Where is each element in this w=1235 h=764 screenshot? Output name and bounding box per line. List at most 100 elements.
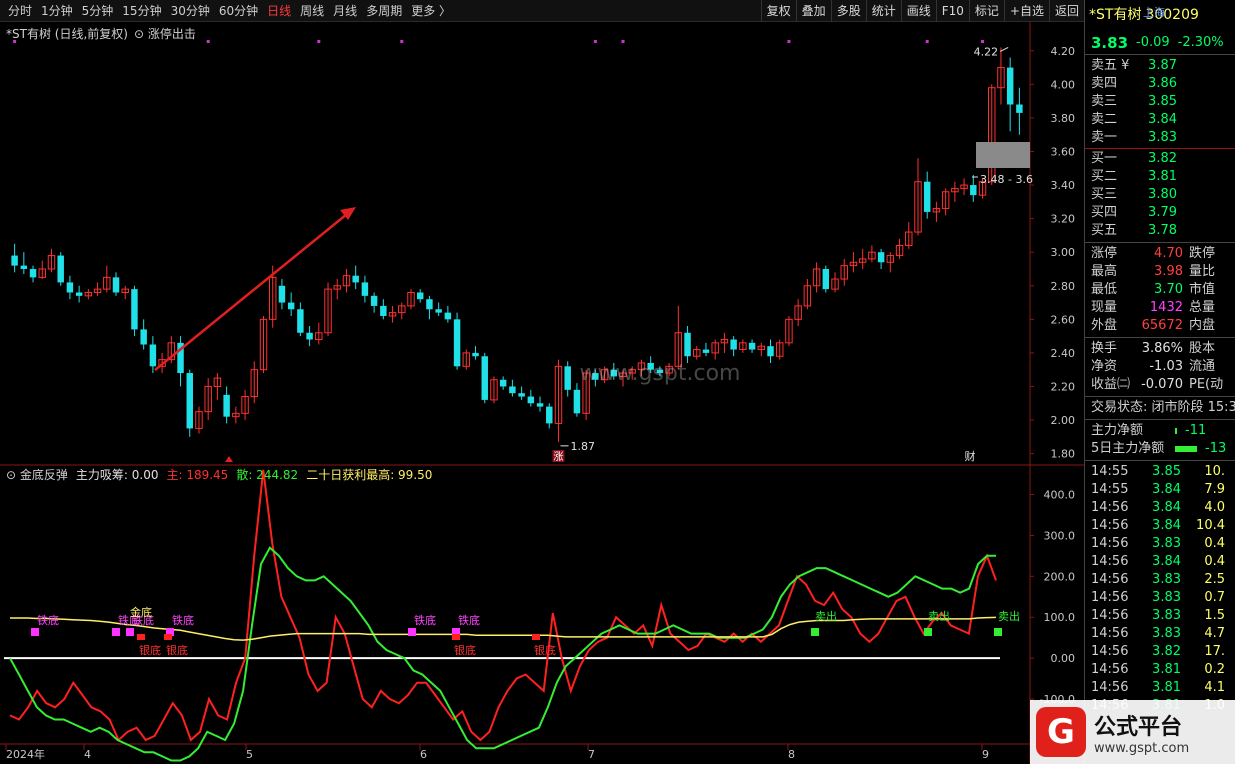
- timeframe-tab[interactable]: 周线: [300, 2, 324, 19]
- price-row: 3.83 -0.09 -2.30%: [1085, 34, 1235, 52]
- iron-bottom-marker: [126, 628, 134, 636]
- timeframe-tab[interactable]: 5分钟: [82, 2, 114, 19]
- candle-body: [186, 373, 193, 429]
- tick-list[interactable]: 14:55 3.85 10. 14:55 3.84 7.9 14:56 3.84 4.0 14:5…: [1085, 463, 1235, 715]
- candle-body: [573, 389, 581, 414]
- tool-button[interactable]: 画线: [900, 0, 936, 22]
- sell-level-price: 3.84: [1148, 112, 1177, 127]
- tick-price: 3.85: [1152, 464, 1181, 479]
- stat-value: -0.070: [1141, 377, 1183, 392]
- indicator-selector[interactable]: ⊙ 涨停出击: [134, 25, 196, 42]
- y-tick-label: 3.40: [1051, 179, 1076, 192]
- candle-body: [416, 292, 424, 300]
- price-change-pct: -2.30%: [1177, 35, 1224, 50]
- buy-level-price: 3.79: [1148, 205, 1177, 220]
- tool-button[interactable]: 返回: [1048, 0, 1084, 22]
- stat-label-2: 流通: [1189, 359, 1216, 374]
- tick-volume: 0.7: [1204, 590, 1225, 605]
- sell-level-label: 卖二: [1091, 112, 1118, 127]
- tick-time: 14:56: [1091, 518, 1129, 533]
- tick-row: 14:56 3.84 10.4: [1085, 517, 1235, 535]
- timeframe-tab[interactable]: 分时: [8, 2, 32, 19]
- timeframe-tab[interactable]: 日线: [267, 2, 291, 19]
- y-tick-label: 2.60: [1051, 313, 1076, 326]
- signal-dot: [981, 40, 985, 43]
- x-tick-label: 7: [588, 748, 595, 761]
- tool-button[interactable]: 复权: [760, 0, 796, 22]
- sell-level-label: 卖一: [1091, 130, 1118, 145]
- y-tick-label: 2.00: [1051, 414, 1076, 427]
- tool-button[interactable]: 统计: [865, 0, 901, 22]
- stat-value: 1432: [1149, 300, 1183, 315]
- candle-body: [767, 346, 774, 357]
- tool-button[interactable]: 标记: [968, 0, 1004, 22]
- candle-body: [877, 252, 885, 263]
- tick-price: 3.84: [1152, 482, 1181, 497]
- candle-body: [57, 255, 64, 283]
- tick-volume: 17.: [1204, 644, 1225, 659]
- tool-button[interactable]: 叠加: [795, 0, 831, 22]
- sell-level: 卖五 ¥ 3.87: [1085, 57, 1235, 75]
- tool-button[interactable]: +自选: [1003, 0, 1049, 22]
- tick-row: 14:56 3.83 2.5: [1085, 571, 1235, 589]
- candle-body: [472, 352, 479, 357]
- timeframe-tab[interactable]: 多周期: [366, 2, 402, 19]
- silver-bottom-marker: [532, 634, 540, 640]
- timeframe-tab[interactable]: 15分钟: [122, 2, 161, 19]
- candle-body: [361, 282, 369, 296]
- high-price-label: 4.22: [974, 45, 999, 58]
- tick-time: 14:56: [1091, 662, 1129, 677]
- stat-row: 收益㈡ -0.070 PE(动: [1085, 376, 1235, 394]
- timeframe-tab[interactable]: 更多 〉: [411, 2, 451, 19]
- tick-price: 3.83: [1152, 626, 1181, 641]
- sub-indicator-selector[interactable]: ⊙ 金底反弹: [6, 466, 68, 483]
- candle-body: [499, 379, 507, 387]
- silver-bottom-label: 银底: [454, 643, 476, 657]
- tick-time: 14:56: [1091, 680, 1129, 695]
- stat-label-2: 内盘: [1189, 318, 1216, 333]
- candle-body: [370, 295, 378, 306]
- tool-buttons: 复权 叠加 多股 统计 画线 F10 标记 +自选 返回: [760, 0, 1084, 22]
- sell-label: 卖出: [928, 609, 950, 623]
- iron-bottom-label: 铁底: [458, 613, 480, 627]
- x-tick-label: 4: [84, 748, 91, 761]
- buy-level-price: 3.82: [1148, 151, 1177, 166]
- chart-area[interactable]: 4.20 4.00 3.80 3.60 3.40 3.20 3.00 2.80 2.60 2.40…: [0, 22, 1084, 764]
- tool-button[interactable]: F10: [935, 0, 969, 22]
- stat-label-2: 股本: [1189, 341, 1216, 356]
- stat-row: 最低 3.70 市值: [1085, 281, 1235, 299]
- limit-up-mark: 涨: [553, 451, 563, 463]
- sell-level-label: 卖三: [1091, 94, 1118, 109]
- tool-button[interactable]: 多股: [830, 0, 866, 22]
- chart-canvas[interactable]: 4.20 4.00 3.80 3.60 3.40 3.20 3.00 2.80 2.60 2.40…: [0, 22, 1084, 764]
- y-tick-label: 1.80: [1051, 448, 1076, 461]
- tick-volume: 4.0: [1204, 500, 1225, 515]
- y-tick-label: 2.40: [1051, 347, 1076, 360]
- tick-time: 14:56: [1091, 536, 1129, 551]
- candle-body: [435, 309, 442, 313]
- timeframe-tab[interactable]: 60分钟: [219, 2, 258, 19]
- sell-level-label: 卖四: [1091, 76, 1118, 91]
- tick-price: 3.83: [1152, 572, 1181, 587]
- candle-body: [564, 366, 571, 390]
- flow-bar: [1175, 446, 1197, 452]
- stat-value: 3.70: [1154, 282, 1183, 297]
- tick-volume: 4.7: [1204, 626, 1225, 641]
- flow-value: -11: [1185, 423, 1207, 438]
- tick-volume: 10.: [1204, 464, 1225, 479]
- timeframe-tab[interactable]: 30分钟: [171, 2, 210, 19]
- timeframe-tab[interactable]: 1分钟: [41, 2, 73, 19]
- tick-volume: 0.4: [1204, 554, 1225, 569]
- timeframe-tab[interactable]: 月线: [333, 2, 357, 19]
- tick-row: 14:56 3.84 0.4: [1085, 553, 1235, 571]
- iron-bottom-marker: [408, 628, 416, 636]
- chart-header: *ST有树 (日线,前复权) ⊙ 涨停出击: [6, 25, 196, 42]
- flow-row: 主力净额 -11: [1085, 422, 1235, 440]
- signal-dot: [621, 40, 625, 43]
- buy-level-label: 买二: [1091, 169, 1118, 184]
- sell-orderbook: 卖五 ¥ 3.87 卖四 3.86 卖三 3.85 卖二 3.84 卖一 3.83: [1085, 57, 1235, 147]
- stock-header: *ST有树 300209 上海: [1085, 0, 1235, 34]
- tick-volume: 10.4: [1196, 518, 1225, 533]
- candle-body: [20, 265, 28, 269]
- buy-level-label: 买三: [1091, 187, 1118, 202]
